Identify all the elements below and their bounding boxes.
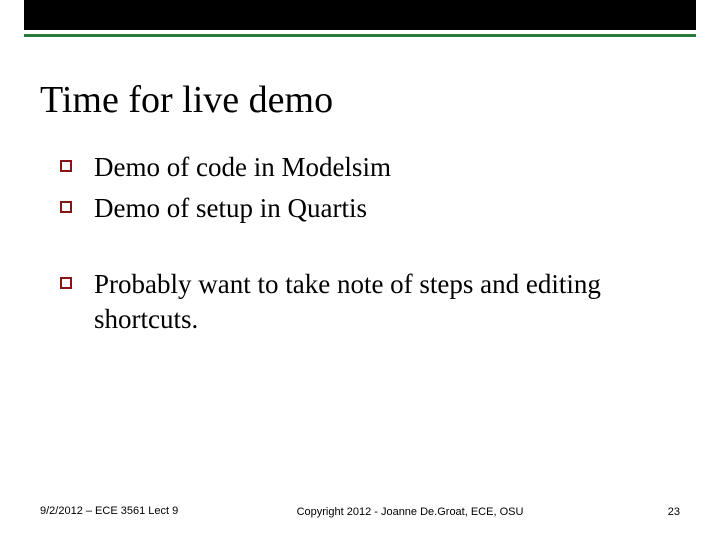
content-area: Demo of code in Modelsim Demo of setup i…: [60, 150, 680, 342]
header-band: [24, 0, 696, 37]
slide: Time for live demo Demo of code in Model…: [0, 0, 720, 540]
footer: 9/2/2012 – ECE 3561 Lect 9 Copyright 201…: [40, 504, 680, 518]
footer-page-number: 23: [620, 506, 680, 518]
header-green-line: [24, 34, 696, 37]
list-item: Demo of code in Modelsim: [60, 150, 680, 185]
slide-title: Time for live demo: [40, 78, 333, 122]
spacer: [60, 231, 680, 267]
square-bullet-icon: [60, 277, 72, 289]
list-item: Probably want to take note of steps and …: [60, 267, 680, 336]
bullet-text: Demo of code in Modelsim: [94, 150, 391, 185]
footer-date-course: 9/2/2012 – ECE 3561 Lect 9: [40, 504, 200, 518]
square-bullet-icon: [60, 201, 72, 213]
bullet-text: Probably want to take note of steps and …: [94, 267, 680, 336]
list-item: Demo of setup in Quartis: [60, 191, 680, 226]
header-black-bar: [24, 0, 696, 30]
square-bullet-icon: [60, 160, 72, 172]
footer-copyright: Copyright 2012 - Joanne De.Groat, ECE, O…: [200, 506, 620, 518]
bullet-text: Demo of setup in Quartis: [94, 191, 367, 226]
